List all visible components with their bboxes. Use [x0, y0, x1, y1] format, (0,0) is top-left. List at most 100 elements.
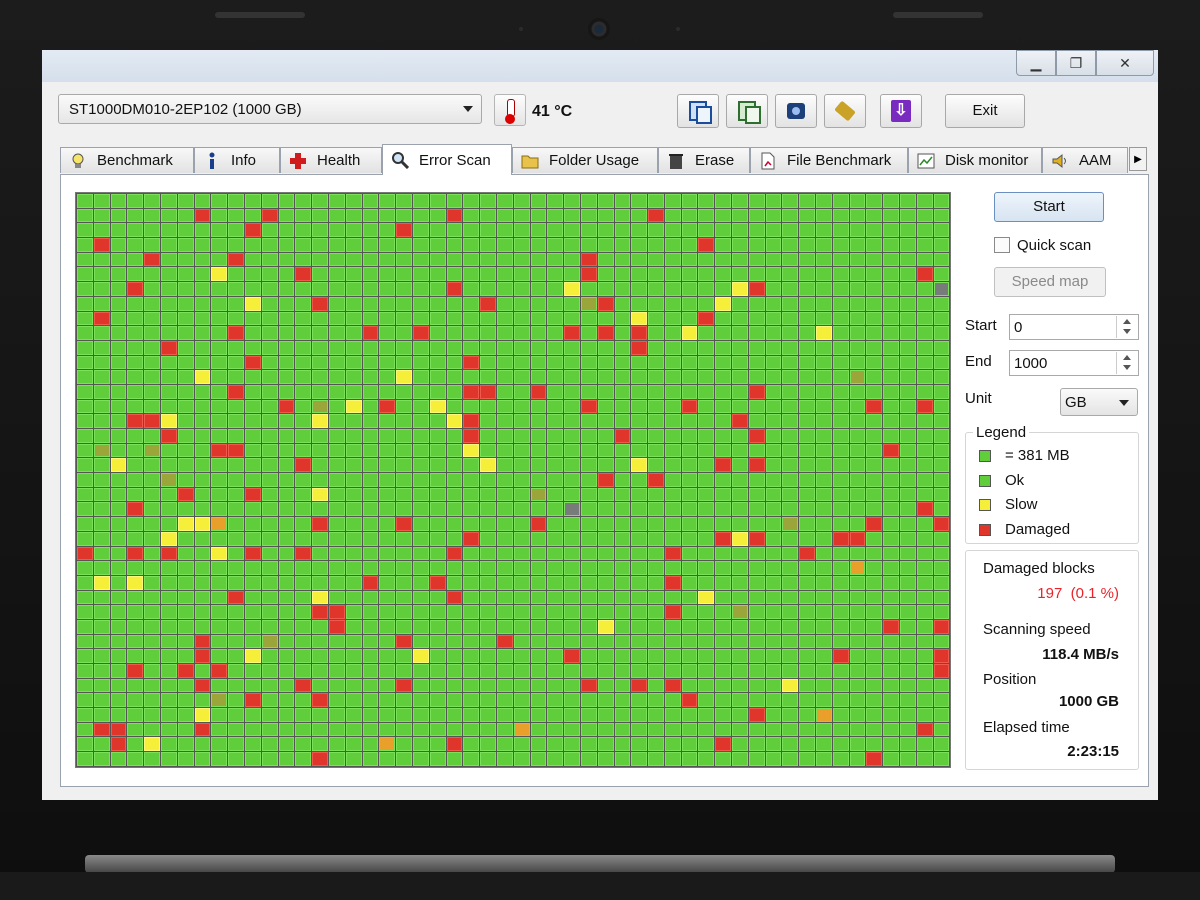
copy-text-button[interactable]	[677, 94, 719, 128]
scan-block	[698, 737, 715, 752]
scan-block	[194, 561, 211, 575]
scan-block	[900, 502, 916, 517]
copy-image-button[interactable]	[726, 94, 768, 128]
trash-icon	[667, 152, 685, 170]
scan-block	[681, 649, 698, 663]
scan-block	[732, 458, 748, 473]
quick-scan-checkbox[interactable]	[994, 237, 1010, 253]
scan-block	[177, 473, 194, 487]
scan-block	[564, 752, 580, 766]
scan-block	[177, 370, 194, 384]
scan-block	[648, 238, 664, 252]
scan-block	[513, 605, 530, 619]
scan-block	[295, 502, 312, 517]
scan-block	[160, 443, 177, 458]
speed-map-button[interactable]: Speed map	[994, 267, 1106, 297]
minimize-button[interactable]: ▁	[1016, 50, 1056, 76]
scan-block	[177, 708, 194, 722]
tab-benchmark[interactable]: Benchmark	[60, 147, 194, 173]
close-button[interactable]: ✕	[1096, 50, 1154, 76]
scan-block	[782, 296, 799, 311]
scan-block	[900, 326, 916, 340]
restore-button[interactable]: ❐	[1056, 50, 1096, 76]
scan-block	[883, 429, 900, 443]
scan-block	[93, 473, 110, 487]
scan-block	[312, 238, 328, 252]
scan-block	[614, 546, 631, 561]
spinner-arrows-icon[interactable]	[1116, 352, 1137, 374]
scan-block	[916, 384, 933, 399]
scan-block	[446, 296, 463, 311]
exit-button[interactable]: Exit	[945, 94, 1025, 128]
scan-block	[849, 311, 866, 326]
scan-block	[278, 752, 295, 766]
scan-block	[429, 414, 446, 428]
scan-block	[127, 722, 144, 737]
download-button[interactable]: ⇩	[880, 94, 922, 128]
scan-block	[782, 340, 799, 355]
scan-block	[278, 458, 295, 473]
scan-block	[480, 326, 496, 340]
scan-block	[513, 517, 530, 531]
scan-block	[244, 649, 261, 663]
start-position-field[interactable]: 0	[1009, 314, 1139, 340]
scan-block	[765, 296, 782, 311]
scan-block	[866, 194, 883, 208]
scan-block	[648, 370, 664, 384]
scan-block	[866, 252, 883, 267]
scan-block	[345, 561, 362, 575]
unit-select[interactable]: GB	[1060, 388, 1138, 416]
scan-block	[883, 370, 900, 384]
scan-block	[732, 737, 748, 752]
spinner-arrows-icon[interactable]	[1116, 316, 1137, 338]
scan-block	[144, 473, 160, 487]
tab-error-scan[interactable]: Error Scan	[382, 144, 512, 175]
scan-block	[362, 502, 379, 517]
temperature-button[interactable]	[494, 94, 526, 126]
legend-damaged-swatch	[979, 524, 991, 536]
scan-block	[648, 575, 664, 590]
scan-block	[396, 370, 412, 384]
scan-block	[681, 340, 698, 355]
scan-block	[312, 737, 328, 752]
start-button[interactable]: Start	[994, 192, 1104, 222]
tab-erase[interactable]: Erase	[658, 147, 750, 173]
scan-block	[328, 370, 345, 384]
scan-block	[648, 561, 664, 575]
scan-block	[715, 326, 732, 340]
scan-block	[77, 708, 93, 722]
scan-block	[883, 678, 900, 693]
scan-block	[379, 752, 396, 766]
scan-block	[547, 194, 564, 208]
scan-block	[211, 326, 228, 340]
scan-block	[732, 561, 748, 575]
scan-block	[782, 473, 799, 487]
scan-block	[160, 531, 177, 546]
scan-block	[916, 502, 933, 517]
tab-health[interactable]: Health	[280, 147, 382, 173]
scan-block	[496, 546, 513, 561]
screenshot-button[interactable]	[775, 94, 817, 128]
scan-block	[849, 722, 866, 737]
drive-select[interactable]: ST1000DM010-2EP102 (1000 GB)	[58, 94, 482, 124]
scan-block	[261, 458, 278, 473]
tab-file-benchmark[interactable]: File Benchmark	[750, 147, 908, 173]
scan-block	[564, 443, 580, 458]
bezel-notch-right	[893, 12, 983, 18]
tab-folder-usage[interactable]: Folder Usage	[512, 147, 658, 173]
scan-block	[732, 355, 748, 370]
scan-block	[648, 502, 664, 517]
tab-disk-monitor[interactable]: Disk monitor	[908, 147, 1042, 173]
scan-block	[93, 722, 110, 737]
scan-block	[328, 296, 345, 311]
tab-label: Error Scan	[419, 151, 491, 169]
tag-button[interactable]	[824, 94, 866, 128]
scan-block	[681, 590, 698, 605]
end-position-field[interactable]: 1000	[1009, 350, 1139, 376]
scan-block	[748, 296, 765, 311]
tab-scroll-right-button[interactable]: ▶	[1129, 147, 1147, 171]
scan-block	[614, 311, 631, 326]
tab-aam[interactable]: AAM	[1042, 147, 1128, 173]
scan-block	[312, 531, 328, 546]
tab-info[interactable]: Info	[194, 147, 280, 173]
